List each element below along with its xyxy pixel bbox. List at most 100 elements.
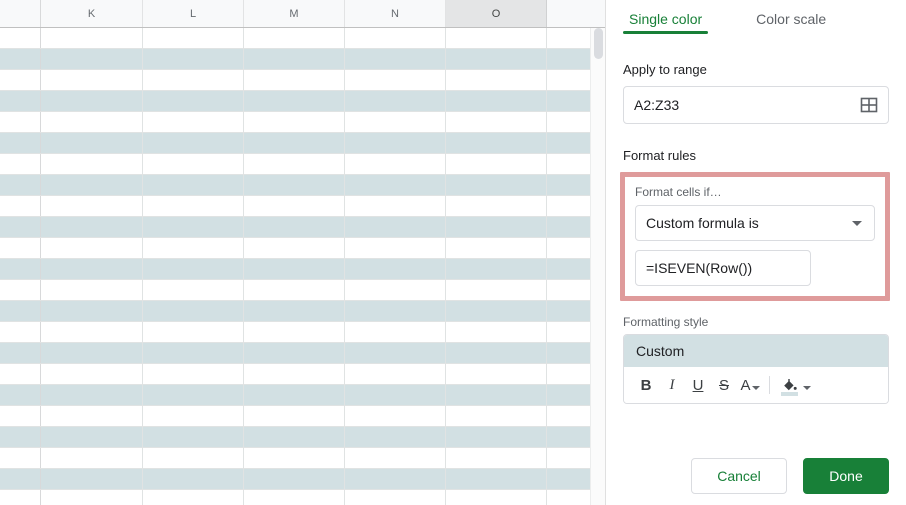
- table-row[interactable]: [0, 28, 605, 49]
- grid-cell[interactable]: [446, 196, 547, 216]
- grid-cell[interactable]: [143, 343, 244, 363]
- grid-cell[interactable]: [41, 196, 143, 216]
- grid-cell[interactable]: [244, 385, 345, 405]
- grid-cell[interactable]: [41, 91, 143, 111]
- table-row[interactable]: [0, 280, 605, 301]
- grid-cell[interactable]: [345, 280, 446, 300]
- grid-cell[interactable]: [143, 301, 244, 321]
- row-header-cell[interactable]: [0, 28, 41, 48]
- row-header-cell[interactable]: [0, 322, 41, 342]
- grid-cell[interactable]: [41, 28, 143, 48]
- row-header-cell[interactable]: [0, 406, 41, 426]
- grid-cell[interactable]: [244, 112, 345, 132]
- spreadsheet-rows[interactable]: [0, 28, 605, 505]
- grid-cell[interactable]: [244, 301, 345, 321]
- row-header-cell[interactable]: [0, 217, 41, 237]
- apply-to-range-field[interactable]: A2:Z33: [623, 86, 889, 124]
- grid-cell[interactable]: [345, 196, 446, 216]
- grid-cell[interactable]: [244, 70, 345, 90]
- grid-cell[interactable]: [143, 469, 244, 489]
- grid-cell[interactable]: [143, 490, 244, 505]
- grid-cell[interactable]: [41, 259, 143, 279]
- grid-cell[interactable]: [41, 448, 143, 468]
- row-header-cell[interactable]: [0, 91, 41, 111]
- grid-cell[interactable]: [345, 91, 446, 111]
- grid-cell[interactable]: [143, 280, 244, 300]
- grid-cell[interactable]: [345, 70, 446, 90]
- grid-cell[interactable]: [244, 154, 345, 174]
- table-row[interactable]: [0, 49, 605, 70]
- grid-cell[interactable]: [345, 133, 446, 153]
- grid-cell[interactable]: [244, 49, 345, 69]
- grid-cell[interactable]: [143, 49, 244, 69]
- grid-cell[interactable]: [244, 448, 345, 468]
- grid-cell[interactable]: [244, 259, 345, 279]
- grid-cell[interactable]: [345, 175, 446, 195]
- grid-cell[interactable]: [143, 259, 244, 279]
- grid-cell[interactable]: [244, 238, 345, 258]
- grid-cell[interactable]: [143, 28, 244, 48]
- table-row[interactable]: [0, 406, 605, 427]
- italic-icon[interactable]: I: [659, 371, 685, 399]
- table-row[interactable]: [0, 322, 605, 343]
- grid-cell[interactable]: [41, 406, 143, 426]
- grid-cell[interactable]: [41, 238, 143, 258]
- grid-cell[interactable]: [446, 427, 547, 447]
- grid-cell[interactable]: [41, 469, 143, 489]
- column-header-o[interactable]: O: [446, 0, 547, 27]
- grid-cell[interactable]: [446, 175, 547, 195]
- row-header-cell[interactable]: [0, 469, 41, 489]
- grid-cell[interactable]: [345, 385, 446, 405]
- row-header-cell[interactable]: [0, 133, 41, 153]
- column-header-partial[interactable]: [547, 0, 605, 27]
- grid-cell[interactable]: [143, 133, 244, 153]
- condition-type-select[interactable]: Custom formula is: [635, 205, 875, 241]
- grid-cell[interactable]: [345, 322, 446, 342]
- grid-select-icon[interactable]: [860, 96, 878, 114]
- row-header-cell[interactable]: [0, 490, 41, 505]
- grid-cell[interactable]: [446, 154, 547, 174]
- grid-cell[interactable]: [345, 448, 446, 468]
- text-color-icon[interactable]: A: [737, 371, 763, 399]
- row-header-cell[interactable]: [0, 448, 41, 468]
- table-row[interactable]: [0, 112, 605, 133]
- grid-cell[interactable]: [41, 154, 143, 174]
- grid-cell[interactable]: [345, 301, 446, 321]
- spreadsheet-grid[interactable]: K L M N O: [0, 0, 606, 505]
- table-row[interactable]: [0, 238, 605, 259]
- grid-cell[interactable]: [41, 133, 143, 153]
- grid-cell[interactable]: [446, 49, 547, 69]
- grid-cell[interactable]: [446, 490, 547, 505]
- grid-cell[interactable]: [345, 490, 446, 505]
- table-row[interactable]: [0, 343, 605, 364]
- cancel-button[interactable]: Cancel: [691, 458, 787, 494]
- grid-cell[interactable]: [446, 112, 547, 132]
- grid-cell[interactable]: [345, 238, 446, 258]
- grid-cell[interactable]: [41, 385, 143, 405]
- grid-cell[interactable]: [446, 70, 547, 90]
- grid-cell[interactable]: [345, 154, 446, 174]
- table-row[interactable]: [0, 469, 605, 490]
- table-row[interactable]: [0, 364, 605, 385]
- grid-cell[interactable]: [143, 217, 244, 237]
- table-row[interactable]: [0, 133, 605, 154]
- row-header-cell[interactable]: [0, 301, 41, 321]
- grid-cell[interactable]: [41, 364, 143, 384]
- grid-cell[interactable]: [345, 427, 446, 447]
- grid-cell[interactable]: [244, 469, 345, 489]
- grid-cell[interactable]: [244, 322, 345, 342]
- column-header-m[interactable]: M: [244, 0, 345, 27]
- table-row[interactable]: [0, 175, 605, 196]
- grid-cell[interactable]: [345, 112, 446, 132]
- row-header-cell[interactable]: [0, 175, 41, 195]
- underline-icon[interactable]: U: [685, 371, 711, 399]
- column-header-n[interactable]: N: [345, 0, 446, 27]
- grid-cell[interactable]: [244, 133, 345, 153]
- grid-cell[interactable]: [244, 175, 345, 195]
- grid-cell[interactable]: [244, 217, 345, 237]
- row-header-cell[interactable]: [0, 70, 41, 90]
- table-row[interactable]: [0, 91, 605, 112]
- grid-cell[interactable]: [244, 364, 345, 384]
- grid-cell[interactable]: [244, 280, 345, 300]
- grid-cell[interactable]: [446, 448, 547, 468]
